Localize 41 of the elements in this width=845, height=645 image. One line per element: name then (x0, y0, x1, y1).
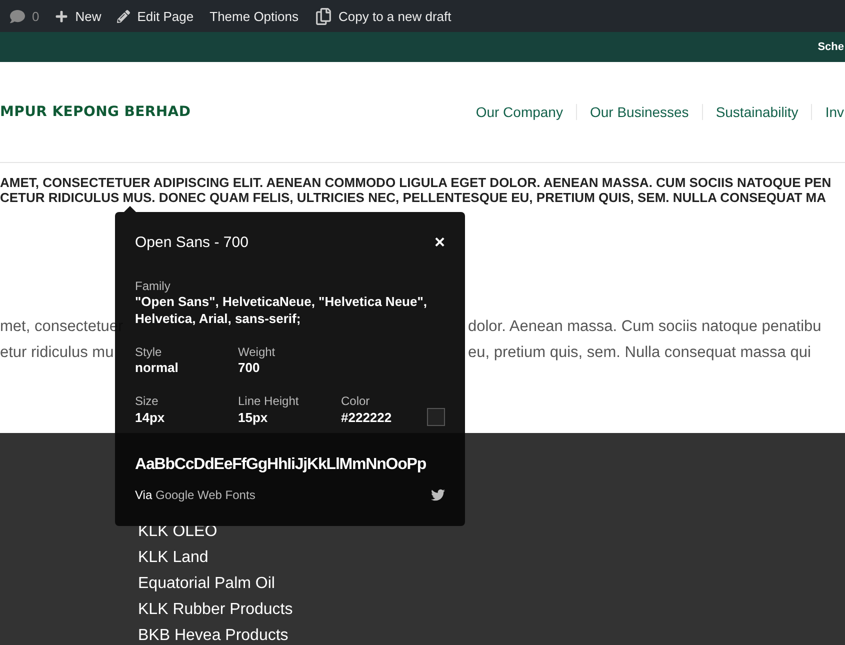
family-value: "Open Sans", HelveticaNeue, "Helvetica Neue", Helvetica, Arial, sans-serif; (135, 293, 428, 327)
family-label: Family (135, 279, 172, 293)
style-label: Style (135, 345, 163, 359)
paragraph-text-fragment: dolor. Aenean massa. Cum sociis natoque penatibu (468, 317, 822, 337)
line-height-label: Line Height (238, 394, 300, 408)
source-text: Via Google Web Fonts (135, 488, 256, 502)
pencil-icon (117, 10, 130, 22)
style-value: normal (135, 359, 180, 376)
weight-label: Weight (238, 345, 276, 359)
footer-link[interactable]: KLK Rubber Products (138, 597, 845, 623)
popup-title: Open Sans - 700 (135, 234, 248, 251)
company-logo-text[interactable]: MPUR KEPONG BERHAD (0, 104, 191, 120)
nav-link[interactable]: Our Company (462, 104, 576, 120)
twitter-icon[interactable] (431, 488, 445, 502)
copy-icon (314, 8, 332, 24)
footer-link[interactable]: KLK Land (138, 545, 845, 571)
footer-link[interactable]: BKB Hevea Products (138, 623, 845, 645)
admin-bar-link[interactable]: Edit Page (117, 8, 194, 24)
admin-bar-link[interactable]: Copy to a new draft (314, 8, 452, 24)
admin-bar-link[interactable]: New (55, 8, 102, 24)
close-button[interactable]: × (434, 232, 445, 253)
nav-link[interactable]: Our Businesses (576, 104, 702, 120)
font-sample-text: AaBbCcDdEeFfGgHhIiJjKkLlMmNnOoPp (135, 456, 428, 474)
heading-text-line: AMET, CONSECTETUER ADIPISCING ELIT. AENEAN COMMODO LIGULA EGET DOLOR. AENEAN MASSA. CUM SOCIIS NATOQUE PEN (0, 175, 832, 190)
comment-icon (10, 8, 25, 24)
nav-link[interactable]: Sustainability (702, 104, 812, 120)
weight-value: 700 (238, 359, 261, 376)
color-label: Color (341, 394, 371, 408)
nav-link[interactable]: Inv (811, 104, 845, 120)
top-strip-link[interactable]: Sche (818, 41, 844, 53)
size-label: Size (135, 394, 160, 408)
admin-bar-link[interactable]: Theme Options (210, 8, 298, 24)
paragraph-text-fragment: eu, pretium quis, sem. Nulla consequat massa qui (468, 343, 811, 363)
size-value: 14px (135, 409, 166, 426)
footer-link[interactable]: Equatorial Palm Oil (138, 571, 845, 597)
heading-text-line: CETUR RIDICULUS MUS. DONEC QUAM FELIS, ULTRICIES NEC, PELLENTESQUE EU, PRETIUM QUIS, SEM. NULLA CONSEQUAT MA (0, 190, 828, 205)
line-height-value: 15px (238, 409, 269, 426)
color-value: #222222 (341, 409, 393, 426)
comments-link[interactable]: 0 (10, 8, 40, 24)
paragraph-text-fragment: etur ridiculus mu (0, 343, 114, 363)
plus-icon (55, 10, 68, 22)
